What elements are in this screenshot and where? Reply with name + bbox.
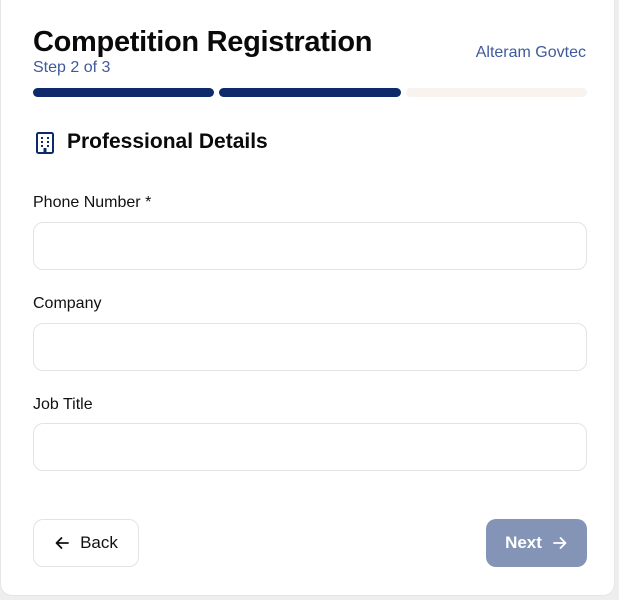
registration-card: Competition Registration Step 2 of 3 Alt…	[0, 0, 615, 596]
building-icon	[36, 132, 54, 154]
back-button[interactable]: Back	[33, 519, 139, 567]
job-title-label: Job Title	[33, 396, 93, 413]
section-title: Professional Details	[67, 130, 268, 153]
progress-segment-2	[219, 88, 401, 97]
phone-input[interactable]	[33, 222, 587, 270]
step-indicator: Step 2 of 3	[33, 59, 111, 76]
next-button-label: Next	[505, 533, 542, 552]
company-label: Company	[33, 295, 102, 312]
phone-label: Phone Number *	[33, 194, 152, 211]
company-input[interactable]	[33, 323, 587, 371]
progress-segment-1	[33, 88, 215, 97]
arrow-left-icon	[55, 537, 69, 549]
next-button[interactable]: Next	[486, 519, 587, 567]
progress-bar	[33, 88, 587, 97]
back-button-label: Back	[80, 533, 118, 552]
progress-segment-3	[405, 88, 587, 97]
page-title: Competition Registration	[33, 26, 373, 58]
job-title-input[interactable]	[33, 423, 587, 471]
brand-name: Alteram Govtec	[475, 44, 586, 61]
arrow-right-icon	[553, 537, 567, 549]
